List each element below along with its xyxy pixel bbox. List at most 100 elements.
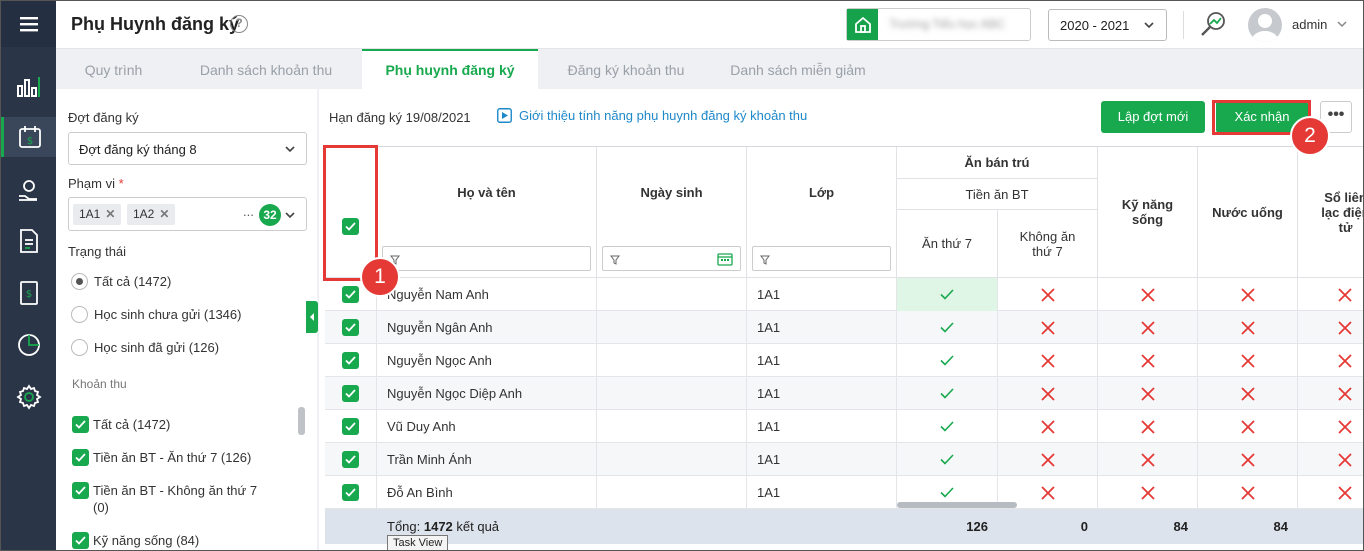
cross-icon[interactable] <box>1098 344 1198 377</box>
cross-icon[interactable] <box>1198 311 1298 344</box>
cross-icon[interactable] <box>1298 278 1363 311</box>
cross-icon[interactable] <box>1298 344 1363 377</box>
row-checkbox[interactable] <box>342 451 359 468</box>
table-row[interactable]: Nguyễn Ngọc Diệp Anh 1A1 <box>325 377 1363 410</box>
period-select[interactable]: Đợt đăng ký tháng 8 <box>68 132 307 165</box>
class-filter-input[interactable] <box>752 246 891 271</box>
check-icon[interactable] <box>897 410 998 443</box>
cross-icon[interactable] <box>1098 278 1198 311</box>
check-icon[interactable] <box>897 344 998 377</box>
cross-icon[interactable] <box>1198 278 1298 311</box>
cross-icon[interactable] <box>1198 377 1298 410</box>
intro-link-text[interactable]: Giới thiệu tính năng phụ huynh đăng ký k… <box>519 108 807 123</box>
row-checkbox[interactable] <box>342 484 359 501</box>
tab-fee-registration[interactable]: Đăng ký khoản thu <box>546 49 706 89</box>
hamburger-menu-icon[interactable] <box>1 1 56 47</box>
status-option-label[interactable]: Tất cả (1472) <box>94 274 171 289</box>
table-row[interactable]: Vũ Duy Anh 1A1 <box>325 410 1363 443</box>
cross-icon[interactable] <box>1198 410 1298 443</box>
cross-icon[interactable] <box>1198 344 1298 377</box>
fee-checkbox[interactable] <box>72 449 89 466</box>
collapse-panel-icon[interactable] <box>306 301 318 333</box>
cross-icon[interactable] <box>1298 377 1363 410</box>
cross-icon[interactable] <box>1198 476 1298 509</box>
header-water[interactable]: Nước uống <box>1198 147 1298 278</box>
cross-icon[interactable] <box>998 278 1098 311</box>
school-year-select[interactable]: 2020 - 2021 <box>1048 9 1167 41</box>
panel-scrollbar[interactable] <box>298 407 305 435</box>
fee-option-label[interactable]: Tiền ăn BT - Không ăn thứ 7 (0) <box>93 482 263 516</box>
tab-discount-list[interactable]: Danh sách miễn giảm <box>718 49 878 89</box>
cross-icon[interactable] <box>1098 410 1198 443</box>
status-radio-all[interactable] <box>71 273 88 290</box>
settings-gear-icon[interactable] <box>1 377 56 417</box>
status-radio-sent[interactable] <box>71 339 88 356</box>
cross-icon[interactable] <box>998 344 1098 377</box>
row-checkbox[interactable] <box>342 286 359 303</box>
document-icon[interactable] <box>1 221 56 261</box>
table-row[interactable]: Trần Minh Ánh 1A1 <box>325 443 1363 476</box>
cross-icon[interactable] <box>1298 311 1363 344</box>
question-circle-icon[interactable]: ? <box>230 15 248 33</box>
pie-chart-icon[interactable] <box>1 325 56 365</box>
new-period-button[interactable]: Lập đợt mới <box>1101 101 1205 133</box>
cross-icon[interactable] <box>1098 311 1198 344</box>
school-selector[interactable]: Trường Tiểu học ABC <box>846 8 1031 41</box>
check-icon[interactable] <box>897 377 998 410</box>
cross-icon[interactable] <box>998 410 1098 443</box>
fee-checkbox[interactable] <box>72 416 89 433</box>
row-checkbox[interactable] <box>342 418 359 435</box>
trend-search-icon[interactable] <box>1199 10 1227 41</box>
chevron-down-icon[interactable] <box>1336 18 1348 33</box>
header-contact-book[interactable]: Sổ liên lạc điện tử <box>1298 147 1363 278</box>
table-row[interactable]: Nguyễn Ngọc Anh 1A1 <box>325 344 1363 377</box>
table-row[interactable]: Nguyễn Ngân Anh 1A1 <box>325 311 1363 344</box>
horizontal-scrollbar[interactable] <box>897 502 1017 508</box>
header-life-skills[interactable]: Kỹ năng sống <box>1098 147 1198 278</box>
close-icon[interactable]: ✕ <box>159 207 169 221</box>
cross-icon[interactable] <box>1098 377 1198 410</box>
scope-chip[interactable]: 1A2 ✕ <box>127 204 176 225</box>
fee-option-label[interactable]: Tiền ăn BT - Ăn thứ 7 (126) <box>93 449 251 466</box>
tab-process[interactable]: Quy trình <box>56 49 171 89</box>
check-icon[interactable] <box>897 278 998 311</box>
cross-icon[interactable] <box>1098 443 1198 476</box>
cross-icon[interactable] <box>998 311 1098 344</box>
cross-icon[interactable] <box>1298 476 1363 509</box>
status-option-label[interactable]: Học sinh chưa gửi (1346) <box>94 307 241 322</box>
calendar-icon[interactable] <box>717 252 733 269</box>
check-icon[interactable] <box>897 443 998 476</box>
tab-fee-list[interactable]: Danh sách khoản thu <box>176 49 356 89</box>
header-meal-saturday[interactable]: Ăn thứ 7 <box>897 210 998 278</box>
calendar-money-icon[interactable]: $ <box>1 117 56 157</box>
header-meal-no-saturday[interactable]: Không ăn thứ 7 <box>998 210 1098 278</box>
intro-link[interactable]: Giới thiệu tính năng phụ huynh đăng ký k… <box>497 108 807 123</box>
row-checkbox[interactable] <box>342 319 359 336</box>
status-option-label[interactable]: Học sinh đã gửi (126) <box>94 340 219 355</box>
check-icon[interactable] <box>897 311 998 344</box>
table-row[interactable]: Đỗ An Bình 1A1 <box>325 476 1363 509</box>
cross-icon[interactable] <box>1298 443 1363 476</box>
tab-parent-registration[interactable]: Phụ huynh đăng ký <box>362 49 538 89</box>
cross-icon[interactable] <box>1098 476 1198 509</box>
close-icon[interactable]: ✕ <box>105 207 115 221</box>
fee-checkbox[interactable] <box>72 532 89 549</box>
ledger-book-icon[interactable]: $ <box>1 273 56 313</box>
table-row[interactable]: Nguyễn Nam Anh 1A1 <box>325 278 1363 311</box>
status-radio-not-sent[interactable] <box>71 306 88 323</box>
hand-coin-icon[interactable] <box>1 171 56 211</box>
scope-multiselect[interactable]: 1A1 ✕ 1A2 ✕ ... 32 <box>68 197 307 231</box>
name-filter-input[interactable] <box>382 246 591 271</box>
cross-icon[interactable] <box>1198 443 1298 476</box>
fee-option-label[interactable]: Tất cả (1472) <box>93 416 170 433</box>
cross-icon[interactable] <box>998 443 1098 476</box>
cross-icon[interactable] <box>998 377 1098 410</box>
row-checkbox[interactable] <box>342 352 359 369</box>
user-avatar[interactable] <box>1248 8 1282 42</box>
row-checkbox[interactable] <box>342 385 359 402</box>
fee-option-label[interactable]: Kỹ năng sống (84) <box>93 532 199 549</box>
fee-checkbox[interactable] <box>72 482 89 499</box>
dob-filter-input[interactable] <box>602 246 741 271</box>
username[interactable]: admin <box>1292 17 1327 32</box>
scope-chip[interactable]: 1A1 ✕ <box>73 204 122 225</box>
